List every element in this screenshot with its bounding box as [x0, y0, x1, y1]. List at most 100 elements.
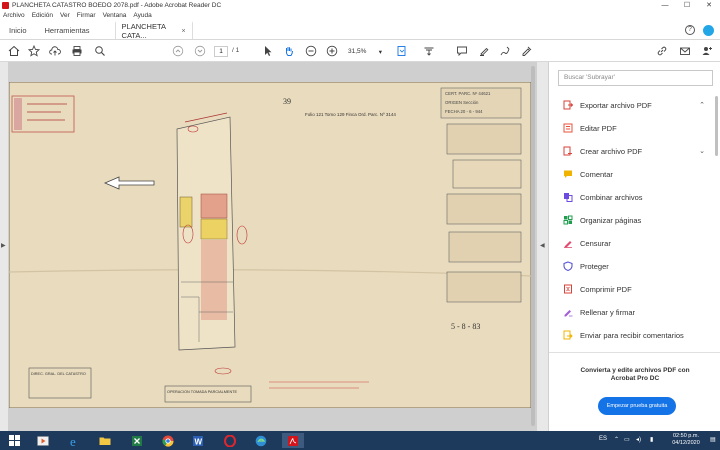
- vertical-scrollbar[interactable]: [531, 66, 535, 426]
- tool-edit-pdf[interactable]: Editar PDF: [563, 121, 705, 135]
- zoom-level-value: 31,5%: [348, 48, 367, 55]
- tool-redact[interactable]: Censurar: [563, 236, 705, 250]
- network-icon[interactable]: ▭: [624, 436, 630, 443]
- zoom-in-icon[interactable]: [325, 44, 339, 58]
- chrome-icon[interactable]: [157, 433, 179, 448]
- menu-edicion[interactable]: Edición: [32, 12, 53, 19]
- email-icon[interactable]: [677, 44, 693, 58]
- home-icon[interactable]: [6, 44, 22, 58]
- close-window-button[interactable]: ✕: [698, 1, 720, 9]
- help-icon[interactable]: ?: [685, 25, 695, 35]
- tab-close-icon[interactable]: ×: [181, 28, 185, 35]
- comment-icon[interactable]: [454, 44, 470, 58]
- tool-export-pdf[interactable]: Exportar archivo PDF ⌃: [563, 98, 705, 112]
- fill-sign-icon[interactable]: [519, 44, 535, 58]
- menu-ver[interactable]: Ver: [60, 12, 70, 19]
- fill-sign-icon: [564, 310, 573, 317]
- tool-create-pdf[interactable]: Crear archivo PDF ⌄: [563, 144, 705, 158]
- svg-text:e: e: [70, 435, 76, 447]
- comment-icon: [564, 170, 572, 178]
- menu-ayuda[interactable]: Ayuda: [133, 12, 151, 19]
- tool-label: Combinar archivos: [580, 192, 643, 202]
- taskbar-clock[interactable]: 02:50 p.m. 04/12/2020: [664, 433, 708, 447]
- next-page-icon[interactable]: [192, 44, 208, 58]
- print-icon[interactable]: [69, 44, 85, 58]
- edge-icon[interactable]: [250, 433, 272, 448]
- previous-page-icon[interactable]: [170, 44, 186, 58]
- tool-protect[interactable]: Proteger: [563, 259, 705, 273]
- organize-pages-icon: [563, 215, 573, 225]
- opera-icon[interactable]: [219, 433, 241, 448]
- tool-label: Comprimir PDF: [580, 284, 632, 294]
- start-trial-button[interactable]: Empezar prueba gratuita: [598, 397, 676, 415]
- tool-fill-sign[interactable]: Rellenar y firmar: [563, 305, 705, 319]
- operation-stamp: OPERACION TOMADA PARCIALMENTE: [167, 390, 238, 394]
- upload-cloud-icon[interactable]: [47, 44, 63, 58]
- chevron-down-icon: ⌄: [699, 148, 705, 155]
- tool-comment[interactable]: Comentar: [563, 167, 705, 181]
- combine-files-icon: [564, 193, 573, 202]
- cert-fecha-label: FECHA 20 - 6 - 944: [445, 109, 483, 114]
- word-icon[interactable]: W: [187, 433, 209, 448]
- tool-label: Exportar archivo PDF: [580, 100, 652, 110]
- highlight-pen-icon[interactable]: [476, 44, 492, 58]
- windows-start-icon[interactable]: [3, 433, 25, 448]
- zoom-out-icon[interactable]: [304, 44, 318, 58]
- share-link-icon[interactable]: [654, 44, 670, 58]
- create-pdf-icon: [563, 146, 572, 156]
- menu-ventana[interactable]: Ventana: [103, 12, 127, 19]
- pro-promo: Convierta y edite archivos PDF con Acrob…: [549, 352, 720, 431]
- tool-label: Comentar: [580, 169, 613, 179]
- tools-search-input[interactable]: Buscar 'Subrayar': [558, 70, 713, 86]
- tab-tools[interactable]: Herramientas: [36, 21, 99, 39]
- media-player-icon[interactable]: [32, 433, 54, 448]
- tool-organize-pages[interactable]: Organizar páginas: [563, 213, 705, 227]
- scroll-mode-icon[interactable]: [421, 44, 437, 58]
- notifications-icon[interactable]: ▤: [710, 436, 716, 443]
- add-user-icon[interactable]: [699, 44, 715, 58]
- left-panel-toggle[interactable]: ▶: [0, 62, 8, 431]
- battery-icon[interactable]: ▮: [650, 436, 653, 443]
- select-cursor-icon[interactable]: [261, 44, 275, 58]
- tool-compress-pdf[interactable]: Comprimir PDF: [563, 282, 705, 296]
- tool-send-for-comments[interactable]: Enviar para recibir comentarios: [563, 328, 705, 342]
- hand-tool-icon[interactable]: [282, 44, 296, 58]
- tab-document-label: PLANCHETA CATA...: [121, 22, 166, 40]
- fit-page-icon[interactable]: [394, 44, 410, 58]
- handwritten-date: 5 - 8 - 83: [451, 322, 480, 331]
- export-pdf-icon: [563, 100, 573, 110]
- page-number-input[interactable]: 1: [214, 46, 228, 57]
- protect-icon: [563, 261, 573, 271]
- draw-icon[interactable]: [497, 44, 513, 58]
- redact-icon: [564, 241, 572, 248]
- tray-expand-icon[interactable]: ⌃: [614, 436, 619, 443]
- internet-explorer-icon[interactable]: e: [64, 433, 86, 448]
- send-comments-icon: [563, 330, 573, 340]
- tab-bar: Inicio Herramientas PLANCHETA CATA... × …: [0, 21, 720, 40]
- document-viewer[interactable]: ▶ ◀ 39 Folio 121 Tomo 129 Finca Ord. Par…: [0, 62, 548, 431]
- tool-label: Censurar: [580, 238, 611, 248]
- zoom-search-icon[interactable]: [92, 44, 108, 58]
- right-panel-toggle[interactable]: ◀: [537, 62, 548, 431]
- tool-label: Proteger: [580, 261, 609, 271]
- tab-home[interactable]: Inicio: [0, 21, 36, 39]
- account-icon[interactable]: [703, 24, 714, 36]
- panel-scrollbar[interactable]: [715, 96, 718, 156]
- cadastral-plan-drawing: 39 Folio 121 Tomo 129 Finca Ord. Parc. N…: [8, 81, 532, 409]
- expand-left-icon: ▶: [1, 243, 6, 249]
- volume-icon[interactable]: ◂): [636, 436, 641, 443]
- bookmark-star-icon[interactable]: [26, 44, 42, 58]
- tab-document[interactable]: PLANCHETA CATA... ×: [114, 21, 193, 40]
- chevron-down-icon: ▾: [378, 48, 382, 56]
- language-indicator[interactable]: ES: [599, 436, 607, 442]
- menu-bar: Archivo Edición Ver Firmar Ventana Ayuda: [0, 10, 720, 21]
- maximize-button[interactable]: ☐: [676, 1, 698, 9]
- file-explorer-icon[interactable]: [94, 433, 116, 448]
- zoom-level-select[interactable]: 31,5% ▾: [346, 46, 384, 57]
- excel-icon[interactable]: [126, 433, 148, 448]
- tool-combine-files[interactable]: Combinar archivos: [563, 190, 705, 204]
- menu-archivo[interactable]: Archivo: [3, 12, 25, 19]
- menu-firmar[interactable]: Firmar: [77, 12, 96, 19]
- minimize-button[interactable]: —: [654, 2, 676, 9]
- acrobat-taskbar-icon[interactable]: [282, 433, 304, 448]
